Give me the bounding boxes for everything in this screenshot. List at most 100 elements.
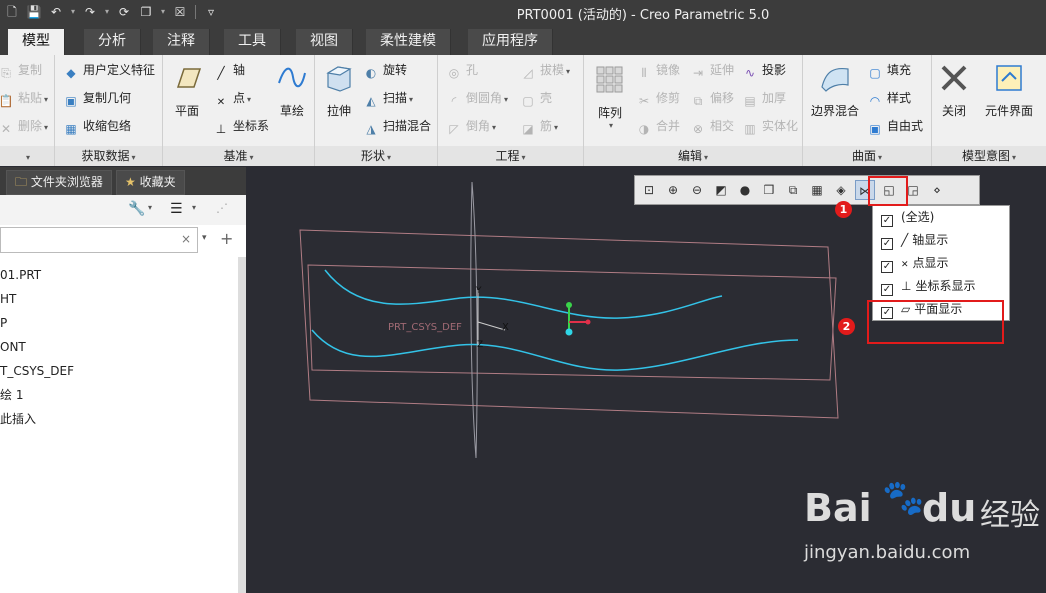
repaint-icon[interactable]: ◩ bbox=[711, 180, 731, 200]
shrinkwrap-button[interactable]: ▦ 收缩包络 bbox=[63, 117, 131, 136]
view-manager-icon[interactable]: ⧉ bbox=[783, 180, 803, 200]
dragger-handle-red[interactable] bbox=[585, 319, 591, 325]
shell-button[interactable]: ▢ 壳 bbox=[520, 89, 552, 108]
display-style-icon[interactable]: ● bbox=[735, 180, 755, 200]
plane-button[interactable]: 平面 bbox=[169, 61, 205, 119]
display-points-icon[interactable]: ⋄ bbox=[927, 180, 947, 200]
search-dropdown-icon[interactable]: ▾ bbox=[202, 233, 207, 243]
saved-orientations-icon[interactable]: ❒ bbox=[759, 180, 779, 200]
tab-folder-browser[interactable]: 🗀 文件夹浏览器 bbox=[6, 170, 112, 195]
zoom-in-icon[interactable]: ⊕ bbox=[663, 180, 683, 200]
draft-button[interactable]: ◿ 拔模 ▾ bbox=[520, 61, 570, 80]
shrinkwrap-icon: ▦ bbox=[65, 122, 77, 136]
sweep-button[interactable]: ◭ 扫描 ▾ bbox=[363, 89, 413, 108]
solidify-button[interactable]: ▥ 实体化 bbox=[742, 117, 798, 136]
revolve-button[interactable]: ◐ 旋转 bbox=[363, 61, 407, 80]
group-title-engineering[interactable]: 工程 ▾ bbox=[438, 146, 583, 166]
curve-upper[interactable] bbox=[324, 269, 723, 319]
show-dropdown-icon[interactable]: ▾ bbox=[192, 203, 196, 212]
boundary-blend-button[interactable]: 边界混合 bbox=[807, 61, 863, 119]
section-icon[interactable]: ◈ bbox=[831, 180, 851, 200]
menu-item-point-display[interactable]: ✓ ✕ 点显示 bbox=[873, 252, 1009, 275]
datum-plane-right[interactable] bbox=[470, 181, 478, 459]
filter-icon[interactable]: ⋰ bbox=[216, 201, 228, 215]
checkbox-icon[interactable]: ✓ bbox=[881, 238, 893, 250]
chamfer-button[interactable]: ◸ 倒角 ▾ bbox=[446, 117, 496, 136]
tab-favorites[interactable]: ★ 收藏夹 bbox=[116, 170, 185, 195]
tab-tools[interactable]: 工具 bbox=[224, 29, 281, 55]
rib-button[interactable]: ◪ 筋 ▾ bbox=[520, 117, 558, 136]
tree-item[interactable]: 绘 1 bbox=[0, 383, 240, 407]
menu-item-select-all[interactable]: ✓ (全选) bbox=[873, 206, 1009, 229]
merge-button[interactable]: ◑ 合并 bbox=[636, 117, 680, 136]
axis-button[interactable]: ╱ 轴 bbox=[213, 61, 245, 80]
component-interface-button[interactable]: 元件界面 bbox=[976, 61, 1042, 119]
close-button[interactable]: 关闭 bbox=[936, 61, 972, 119]
clear-search-icon[interactable]: × bbox=[181, 232, 191, 246]
refit-icon[interactable]: ⊡ bbox=[639, 180, 659, 200]
mirror-button[interactable]: ⫴ 镜像 bbox=[636, 61, 680, 80]
tree-item[interactable]: HT bbox=[0, 287, 240, 311]
trim-button[interactable]: ✂ 修剪 bbox=[636, 89, 680, 108]
extend-button[interactable]: ⇥ 延伸 bbox=[690, 61, 734, 80]
tab-flexible-modeling[interactable]: 柔性建模 bbox=[366, 29, 451, 55]
extrude-button[interactable]: 拉伸 bbox=[321, 61, 357, 119]
fill-button[interactable]: ▢ 填充 bbox=[867, 61, 911, 80]
tab-applications[interactable]: 应用程序 bbox=[468, 29, 553, 55]
add-icon[interactable]: + bbox=[220, 229, 233, 248]
paste-button[interactable]: 📋 粘贴 ▾ bbox=[0, 89, 48, 108]
tree-item[interactable]: 01.PRT bbox=[0, 263, 240, 287]
curve-lower[interactable] bbox=[311, 329, 799, 371]
round-icon: ◜ bbox=[451, 94, 457, 108]
perspective-icon[interactable]: ▦ bbox=[807, 180, 827, 200]
offset-icon: ⧉ bbox=[693, 94, 703, 108]
tree-item[interactable]: P bbox=[0, 311, 240, 335]
intersect-button[interactable]: ⊗ 相交 bbox=[690, 117, 734, 136]
solidify-icon: ▥ bbox=[744, 122, 756, 136]
group-title-operations[interactable]: ▾ bbox=[0, 146, 54, 166]
tab-model[interactable]: 模型 bbox=[8, 29, 65, 55]
offset-button[interactable]: ⧉ 偏移 bbox=[690, 89, 734, 108]
navigator-scrollbar[interactable] bbox=[238, 257, 246, 593]
boundary-blend-icon bbox=[821, 67, 849, 92]
hole-button[interactable]: ◎ 孔 bbox=[446, 61, 478, 80]
copy-geometry-button[interactable]: ▣ 复制几何 bbox=[63, 89, 131, 108]
group-title-datum[interactable]: 基准 ▾ bbox=[163, 146, 314, 166]
checkbox-icon[interactable]: ✓ bbox=[881, 261, 893, 273]
sketch-button[interactable]: 草绘 bbox=[275, 61, 309, 119]
group-title-model-intent[interactable]: 模型意图 ▾ bbox=[932, 146, 1046, 166]
dragger-handle-green[interactable] bbox=[566, 302, 572, 308]
tab-annotate[interactable]: 注释 bbox=[153, 29, 210, 55]
tree-item[interactable]: T_CSYS_DEF bbox=[0, 359, 240, 383]
thicken-button[interactable]: ▤ 加厚 bbox=[742, 89, 786, 108]
tree-item[interactable]: ONT bbox=[0, 335, 240, 359]
tab-analysis[interactable]: 分析 bbox=[84, 29, 141, 55]
group-title-editing[interactable]: 编辑 ▾ bbox=[584, 146, 802, 166]
pattern-button[interactable]: 阵列 ▾ bbox=[592, 63, 628, 130]
menu-item-axis-display[interactable]: ✓ ╱ 轴显示 bbox=[873, 229, 1009, 252]
style-button[interactable]: ◠ 样式 bbox=[867, 89, 911, 108]
delete-button[interactable]: ✕ 删除 ▾ bbox=[0, 117, 48, 136]
group-title-get-data[interactable]: 获取数据 ▾ bbox=[55, 146, 162, 166]
copy-button[interactable]: ⎘ 复制 bbox=[0, 61, 42, 80]
zoom-out-icon[interactable]: ⊖ bbox=[687, 180, 707, 200]
freestyle-button[interactable]: ▣ 自由式 bbox=[867, 117, 923, 136]
search-input[interactable]: × bbox=[0, 227, 198, 253]
tab-view[interactable]: 视图 bbox=[296, 29, 353, 55]
group-title-surfaces[interactable]: 曲面 ▾ bbox=[803, 146, 931, 166]
settings-icon[interactable]: 🔧 bbox=[128, 201, 145, 217]
show-icon[interactable]: ☰ bbox=[170, 201, 183, 217]
checkbox-icon[interactable]: ✓ bbox=[881, 215, 893, 227]
udf-button[interactable]: ◆ 用户定义特征 bbox=[63, 61, 155, 80]
round-button[interactable]: ◜ 倒圆角 ▾ bbox=[446, 89, 508, 108]
group-title-shapes[interactable]: 形状 ▾ bbox=[315, 146, 437, 166]
project-button[interactable]: ∿ 投影 bbox=[742, 61, 786, 80]
dragger-origin[interactable] bbox=[565, 328, 573, 336]
swept-blend-button[interactable]: ◮ 扫描混合 bbox=[363, 117, 431, 136]
menu-item-csys-display[interactable]: ✓ ⊥ 坐标系显示 bbox=[873, 275, 1009, 298]
csys-button[interactable]: ⊥ 坐标系 bbox=[213, 117, 269, 136]
settings-dropdown-icon[interactable]: ▾ bbox=[148, 203, 152, 212]
tree-item[interactable]: 此插入 bbox=[0, 407, 240, 431]
checkbox-icon[interactable]: ✓ bbox=[881, 284, 893, 296]
point-button[interactable]: ✕ 点 ▾ bbox=[213, 89, 251, 108]
